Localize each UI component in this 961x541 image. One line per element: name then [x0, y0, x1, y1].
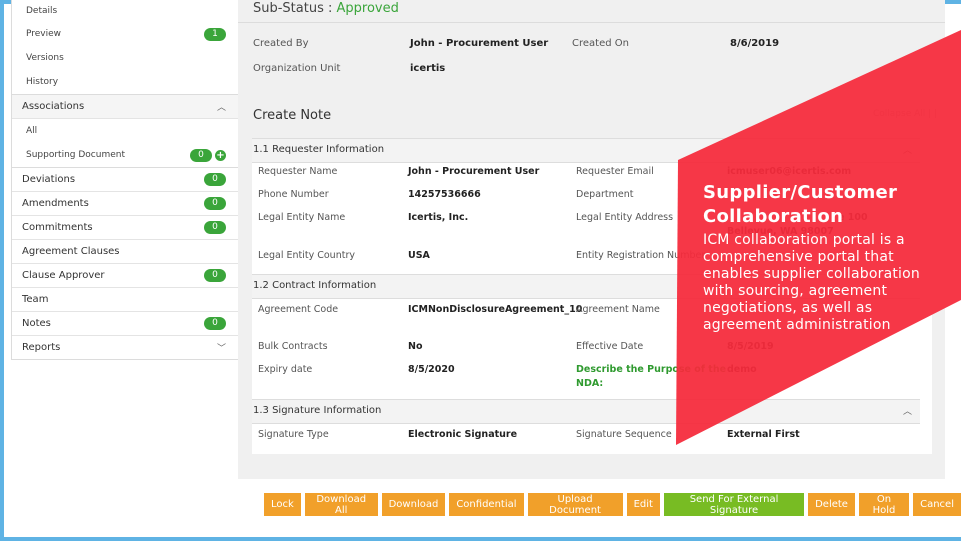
- legal-entity-name-value: Icertis, Inc.: [408, 212, 469, 223]
- upload-document-button[interactable]: Upload Document: [527, 493, 623, 516]
- chevron-down-icon[interactable]: ﹀: [217, 341, 226, 354]
- sub-status: Sub-Status : Approved: [253, 1, 399, 16]
- sidebar-item-supporting-document[interactable]: Supporting Document 0 +: [12, 143, 238, 167]
- agreement-name-label: Agreement Name: [576, 304, 660, 315]
- promo-title: Supplier/Customer Collaboration: [703, 182, 898, 227]
- confidential-button[interactable]: Confidential: [449, 493, 524, 516]
- effective-date-value: 8/5/2019: [727, 341, 774, 352]
- supporting-document-count-badge: 0: [190, 148, 212, 162]
- legal-entity-country-label: Legal Entity Country: [258, 250, 355, 261]
- created-by-label: Created By: [253, 38, 309, 49]
- frame-bottom-border: [0, 537, 961, 541]
- sidebar-item-agreement-clauses[interactable]: Agreement Clauses: [12, 240, 238, 264]
- sidebar-item-notes[interactable]: Notes 0: [12, 312, 238, 336]
- legal-entity-address-label: Legal Entity Address: [576, 212, 674, 223]
- sidebar-item-versions[interactable]: Versions: [12, 46, 238, 70]
- department-label: Department: [576, 189, 634, 200]
- amendments-count-badge: 0: [204, 197, 226, 210]
- sidebar-item-deviations[interactable]: Deviations 0: [12, 168, 238, 192]
- sidebar-top-group: Details Preview 1 Versions History: [12, 0, 238, 95]
- add-icon[interactable]: +: [215, 149, 226, 161]
- associations-group: All Supporting Document 0 +: [12, 119, 238, 168]
- agreement-code-value: ICMNonDisclosureAgreement_10: [408, 304, 583, 315]
- agreement-code-label: Agreement Code: [258, 304, 339, 315]
- signature-sequence-label: Signature Sequence: [576, 429, 672, 440]
- cancel-button[interactable]: Cancel: [913, 493, 961, 516]
- sidebar-item-preview[interactable]: Preview 1: [12, 22, 238, 46]
- action-toolbar: Lock Download All Download Confidential …: [264, 493, 961, 516]
- clause-approver-count-badge: 0: [204, 269, 226, 282]
- frame-left-border: [0, 0, 4, 541]
- chevron-up-icon[interactable]: ︿: [903, 404, 912, 417]
- signature-type-label: Signature Type: [258, 429, 329, 440]
- promo-callout: Supplier/Customer Collaboration ICM coll…: [703, 181, 953, 334]
- bulk-contracts-value: No: [408, 341, 423, 352]
- on-hold-button[interactable]: On Hold: [858, 493, 910, 516]
- signature-sequence-value: External First: [727, 429, 800, 440]
- sidebar-item-details[interactable]: Details: [12, 0, 238, 22]
- legal-entity-country-value: USA: [408, 250, 430, 261]
- commitments-count-badge: 0: [204, 221, 226, 234]
- sidebar-item-commitments[interactable]: Commitments 0: [12, 216, 238, 240]
- phone-number-label: Phone Number: [258, 189, 329, 200]
- sidebar-section-associations[interactable]: Associations ︿: [12, 95, 238, 119]
- expiry-date-value: 8/5/2020: [408, 364, 455, 375]
- collapse-all-link[interactable]: Collapse All | |: [873, 109, 937, 119]
- legal-entity-name-label: Legal Entity Name: [258, 212, 346, 223]
- requester-email-value: icmuser06@icertis.com: [727, 166, 852, 177]
- created-on-value: 8/6/2019: [730, 38, 780, 49]
- lock-button[interactable]: Lock: [264, 493, 301, 516]
- sidebar-item-all[interactable]: All: [12, 119, 238, 143]
- create-note-title: Create Note: [253, 108, 332, 123]
- chevron-up-icon[interactable]: ︿: [903, 143, 912, 156]
- sidebar-item-team[interactable]: Team: [12, 288, 238, 312]
- bulk-contracts-label: Bulk Contracts: [258, 341, 328, 352]
- phone-number-value: 14257536666: [408, 189, 481, 200]
- delete-button[interactable]: Delete: [808, 493, 855, 516]
- sidebar-item-clause-approver[interactable]: Clause Approver 0: [12, 264, 238, 288]
- purpose-value: demo: [727, 364, 757, 375]
- requester-email-label: Requester Email: [576, 166, 654, 177]
- requester-name-label: Requester Name: [258, 166, 338, 177]
- sidebar-item-reports[interactable]: Reports ﹀: [12, 336, 238, 359]
- chevron-up-icon[interactable]: ︿: [217, 100, 226, 113]
- purpose-label: Describe the Purpose of the NDA:: [576, 364, 727, 389]
- effective-date-label: Effective Date: [576, 341, 644, 352]
- sidebar-item-amendments[interactable]: Amendments 0: [12, 192, 238, 216]
- preview-count-badge: 1: [204, 27, 226, 41]
- deviations-count-badge: 0: [204, 173, 226, 186]
- sub-status-value: Approved: [336, 1, 399, 16]
- org-unit-value: icertis: [410, 63, 446, 74]
- expiry-date-label: Expiry date: [258, 364, 313, 375]
- download-all-button[interactable]: Download All: [304, 493, 378, 516]
- sidebar-item-history[interactable]: History: [12, 70, 238, 94]
- promo-body: ICM collaboration portal is a comprehens…: [703, 232, 920, 333]
- section-signature-information[interactable]: 1.3 Signature Information ︿: [252, 399, 920, 424]
- org-unit-label: Organization Unit: [253, 63, 341, 74]
- created-by-value: John - Procurement User: [410, 38, 549, 49]
- section-requester-information[interactable]: 1.1 Requester Information ︿: [252, 138, 920, 163]
- send-for-external-signature-button[interactable]: Send For External Signature: [663, 493, 805, 516]
- sidebar: Details Preview 1 Versions History Associ…: [11, 0, 239, 360]
- entity-registration-label: Entity Registration Number: [576, 250, 706, 261]
- signature-type-value: Electronic Signature: [408, 429, 518, 440]
- download-button[interactable]: Download: [381, 493, 446, 516]
- notes-count-badge: 0: [204, 317, 226, 330]
- requester-name-value: John - Procurement User: [408, 166, 540, 177]
- created-on-label: Created On: [572, 38, 629, 49]
- divider: [238, 22, 945, 23]
- edit-button[interactable]: Edit: [626, 493, 660, 516]
